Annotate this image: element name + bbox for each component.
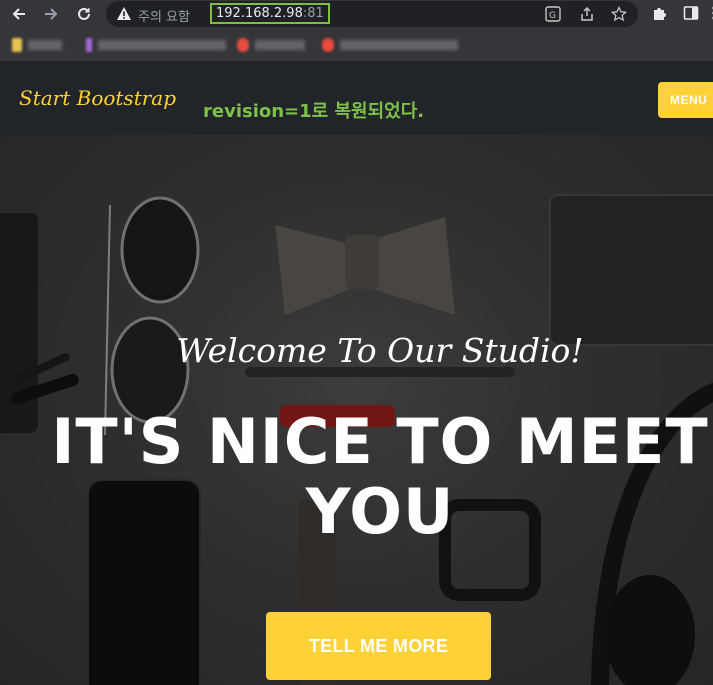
bookmark-label-redacted [255, 40, 305, 50]
svg-text:G: G [549, 11, 556, 21]
tell-me-more-button[interactable]: TELL ME MORE [266, 612, 491, 680]
bookmark-label-redacted [340, 40, 458, 50]
hero-heading-line: YOU [305, 475, 455, 548]
security-warning-label[interactable]: 주의 요함 [138, 6, 190, 25]
extensions-icon[interactable] [650, 4, 668, 22]
side-panel-icon[interactable] [682, 4, 700, 22]
url-text[interactable]: 192.168.2.98:81 [210, 3, 330, 24]
reload-icon[interactable] [73, 3, 95, 25]
bookmark-item[interactable] [86, 38, 226, 52]
revision-note: revision=1로 복원되었다. [203, 101, 425, 122]
brand-logo[interactable]: Start Bootstrap [19, 86, 176, 110]
hero-heading-line: IT'S NICE TO MEET [51, 405, 709, 478]
hero-section: Welcome To Our Studio! IT'S NICE TO MEET… [0, 135, 713, 685]
translate-icon[interactable]: G [544, 5, 562, 23]
bookmark-label-redacted [98, 40, 226, 50]
back-arrow-icon[interactable] [8, 3, 30, 25]
more-vert-icon[interactable] [705, 4, 713, 22]
bookmark-item[interactable] [322, 38, 458, 52]
hero-subheading: Welcome To Our Studio! [176, 331, 584, 370]
bookmark-item[interactable] [12, 38, 62, 52]
bookmark-favicon [12, 38, 22, 52]
bookmark-favicon [237, 38, 249, 52]
browser-toolbar: 주의 요함 192.168.2.98:81 G [0, 0, 713, 28]
url-host: 192.168.2.98 [216, 6, 303, 21]
share-icon[interactable] [578, 5, 596, 23]
url-port: :81 [302, 6, 324, 21]
bookmark-favicon [322, 38, 334, 52]
bookmark-label-redacted [28, 40, 62, 50]
warning-icon[interactable] [116, 6, 132, 22]
address-bar[interactable]: 주의 요함 192.168.2.98:81 G [106, 1, 638, 27]
bookmark-item[interactable] [237, 38, 305, 52]
forward-arrow-icon[interactable] [40, 3, 62, 25]
hero-heading: IT'S NICE TO MEET YOU [0, 407, 713, 547]
bookmarks-bar [0, 28, 713, 62]
menu-button[interactable]: MENU [658, 82, 713, 118]
site-navbar: Start Bootstrap revision=1로 복원되었다. MENU [0, 62, 713, 135]
bookmark-favicon [86, 38, 92, 52]
bookmark-star-icon[interactable] [610, 5, 628, 23]
